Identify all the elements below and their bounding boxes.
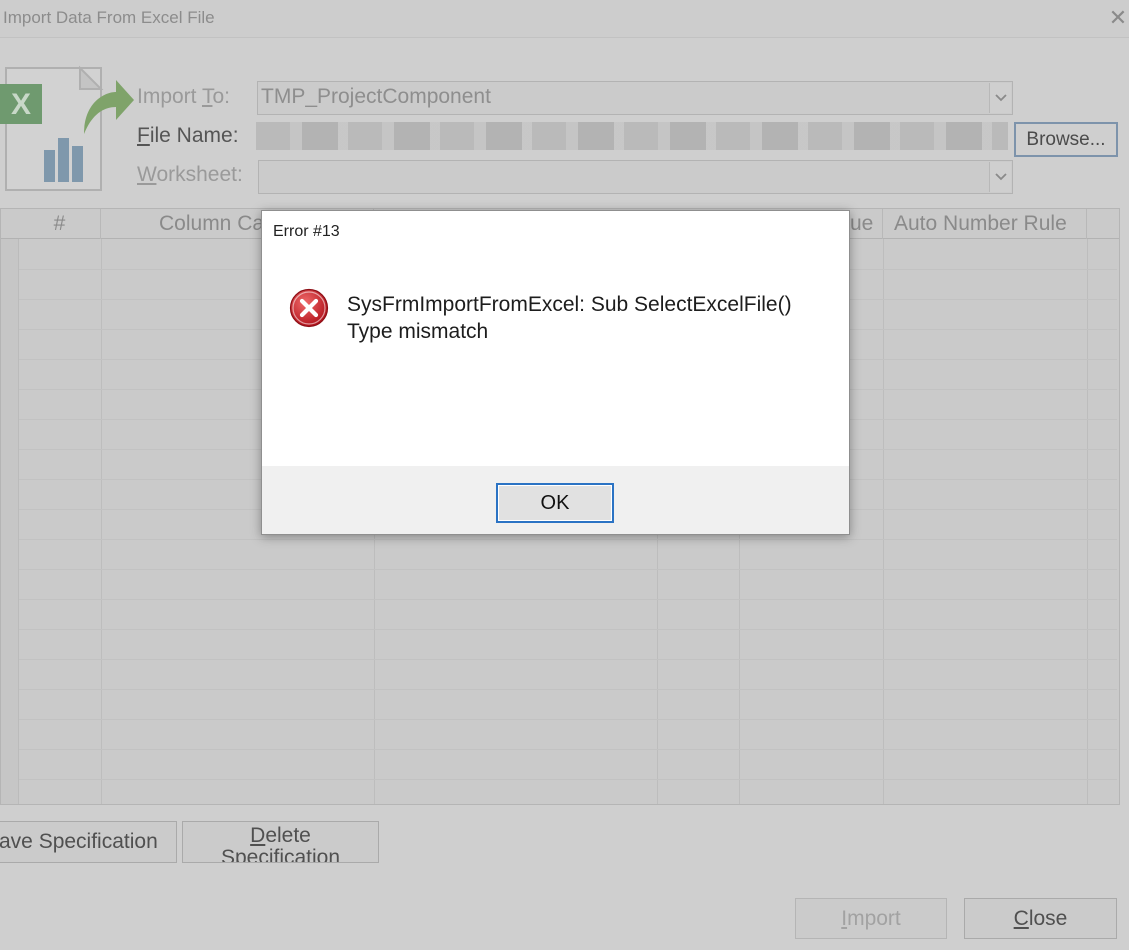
save-specification-button[interactable]: ave Specification [0,821,177,863]
grid-row-line [19,779,1117,780]
grid-row-line [19,719,1117,720]
error-dialog-title: Error #13 [273,223,340,240]
grid-row-line [19,749,1117,750]
delete-spec-line1: Delete [250,824,311,847]
ok-button[interactable]: OK [496,483,614,523]
error-dialog: Error #13 SysFrmImportFromExcel: Sub Sel… [261,210,850,535]
grid-row-line [19,689,1117,690]
browse-button[interactable]: Browse... [1014,122,1118,157]
grid-column-header[interactable]: # [1,209,101,239]
import-to-value: TMP_ProjectComponent [261,85,491,108]
error-message-line: Type mismatch [347,320,489,343]
grid-row-line [19,659,1117,660]
import-button[interactable]: Import [795,898,947,939]
grid-row-header [1,239,19,804]
grid-row-line [19,569,1117,570]
grid-row-line [19,629,1117,630]
error-x-icon [289,288,329,328]
import-to-select[interactable]: TMP_ProjectComponent [257,81,1013,115]
import-to-label: Import To: [137,85,230,108]
grid-divider [101,239,102,804]
grid-divider [1087,239,1088,804]
file-name-field[interactable] [256,122,1008,150]
grid-row-line [19,539,1117,540]
chevron-down-icon[interactable] [989,162,1011,192]
file-name-label: File Name: [137,124,239,147]
excel-import-icon: X [0,65,134,191]
close-button[interactable]: Close [964,898,1117,939]
window-titlebar: Import Data From Excel File ✕ [0,0,1129,38]
grid-divider [883,239,884,804]
error-message-line: SysFrmImportFromExcel: Sub SelectExcelFi… [347,293,792,316]
error-dialog-footer: OK [262,466,849,534]
delete-spec-line2: Specification [220,846,341,863]
grid-column-header[interactable]: Auto Number Rule [883,209,1087,239]
grid-row-line [19,599,1117,600]
window-title: Import Data From Excel File [3,8,215,27]
delete-specification-button[interactable]: Delete Specification [182,821,379,863]
chevron-down-icon[interactable] [989,83,1011,113]
window-close-icon[interactable]: ✕ [1107,5,1129,31]
worksheet-select[interactable] [258,160,1013,194]
worksheet-label: Worksheet: [137,163,243,186]
svg-text:X: X [11,88,31,121]
